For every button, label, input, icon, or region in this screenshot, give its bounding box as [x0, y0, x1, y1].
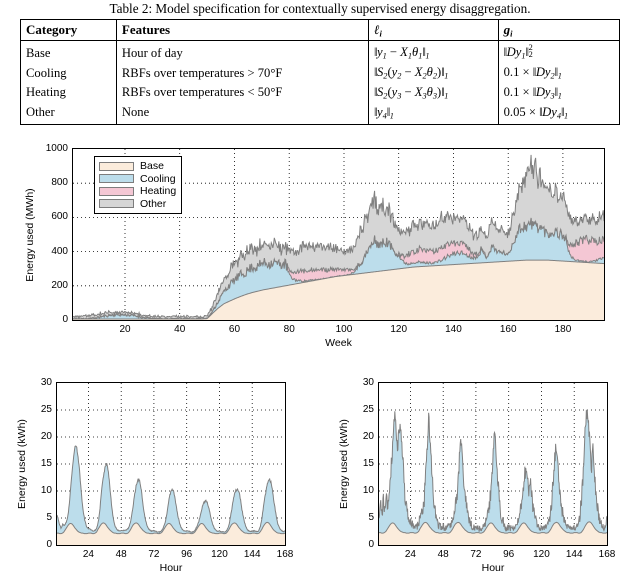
- legend-item: Base: [99, 160, 176, 173]
- y-axis-tick-label: 800: [51, 177, 68, 189]
- x-axis-tick-label: 80: [283, 324, 295, 335]
- x-axis-label: Hour: [159, 562, 183, 574]
- legend-item: Cooling: [99, 173, 176, 186]
- x-axis-tick-label: 96: [181, 549, 193, 560]
- column-header-category: Category: [20, 19, 117, 42]
- y-axis-tick-label: 200: [51, 279, 68, 291]
- cell-regularizer: 0.1 × ‖Dy2‖1: [497, 63, 620, 83]
- cell-category: Cooling: [26, 65, 67, 80]
- table-row: Other None ‖y4‖1 0.05 × ‖Dy4‖1: [21, 102, 620, 125]
- table-caption: Table 2: Model specification for context…: [109, 1, 531, 16]
- legend-label: Cooling: [140, 172, 176, 185]
- cell-features: RBFs over temperatures < 50°F: [115, 82, 369, 103]
- legend-label: Other: [140, 197, 167, 210]
- x-axis-label: Week: [325, 337, 352, 349]
- cell-loss: ‖y1 − X1θ1‖1: [367, 40, 499, 64]
- x-axis-tick-label: 168: [598, 549, 616, 560]
- x-axis-tick-label: 96: [503, 549, 515, 560]
- x-axis-tick-label: 72: [148, 549, 160, 560]
- cell-loss: ‖S2(y3 − X3θ3)‖1: [367, 82, 499, 103]
- table-row: Base Hour of day ‖y1 − X1θ1‖1 ‖Dy1‖ 2 2: [21, 40, 620, 64]
- legend-swatch-heating: [99, 186, 134, 196]
- x-axis-tick-label: 48: [437, 549, 449, 560]
- x-axis-tick-label: 60: [228, 324, 241, 335]
- legend-swatch-base: [99, 161, 134, 171]
- hourly-noisy-plot-area: [378, 382, 608, 546]
- x-axis-tick-label: 100: [335, 324, 353, 335]
- y-axis-label: Energy used (kWh): [16, 419, 28, 509]
- column-header-regularizer: gi: [497, 19, 620, 42]
- cell-regularizer: 0.1 × ‖Dy3‖1: [497, 82, 620, 103]
- legend-swatch-other: [99, 199, 134, 209]
- y-axis-tick-label: 1000: [45, 143, 68, 154]
- x-axis-tick-label: 40: [174, 324, 186, 335]
- x-axis-tick-label: 120: [533, 549, 550, 560]
- y-axis-tick-label: 0: [62, 314, 68, 325]
- x-axis-tick-label: 160: [499, 324, 517, 335]
- x-axis-tick-label: 144: [565, 549, 583, 560]
- x-axis-tick-label: 24: [404, 549, 416, 560]
- x-axis-tick-label: 144: [243, 549, 261, 560]
- legend-item: Heating: [99, 185, 176, 198]
- x-axis-tick-label: 140: [445, 324, 462, 335]
- y-axis-tick-label: 400: [51, 245, 68, 257]
- chart-legend: Base Cooling Heating Other: [94, 156, 183, 214]
- x-axis-tick-label: 180: [554, 324, 572, 335]
- y-axis-tick-label: 30: [362, 377, 374, 388]
- legend-label: Base: [140, 160, 164, 172]
- x-axis-label: Hour: [481, 562, 505, 574]
- cell-loss: ‖y4‖1: [367, 102, 499, 125]
- x-axis-tick-label: 48: [115, 549, 127, 560]
- legend-label: Heating: [140, 185, 177, 197]
- y-axis-tick-label: 25: [40, 404, 52, 415]
- x-axis-tick-label: 120: [211, 549, 228, 560]
- y-axis-label: Energy used (MWh): [24, 187, 36, 282]
- cell-loss: ‖S2(y2 − X2θ2)‖1: [367, 63, 499, 83]
- legend-swatch-cooling: [99, 174, 134, 184]
- cell-category: Other: [26, 105, 55, 120]
- x-axis-tick-label: 120: [390, 324, 408, 335]
- y-axis-tick-label: 0: [46, 539, 52, 550]
- y-axis-label: Energy used (kWh): [338, 419, 350, 509]
- cell-category: Base: [26, 45, 51, 60]
- x-axis-tick-label: 72: [470, 549, 482, 560]
- cell-features: None: [115, 102, 369, 125]
- column-header-features: Features: [115, 19, 369, 42]
- table-row: Cooling RBFs over temperatures > 70°F ‖S…: [21, 63, 620, 83]
- model-specification-table: Category Features ℓi gi Base Hour of day…: [20, 19, 620, 126]
- table-header-row: Category Features ℓi gi: [20, 19, 620, 42]
- y-axis-tick-label: 5: [46, 512, 52, 523]
- cell-category: Heating: [26, 85, 66, 100]
- cell-regularizer: ‖Dy1‖ 2 2: [497, 40, 620, 64]
- y-axis-tick-label: 25: [362, 404, 374, 415]
- table-row: Heating RBFs over temperatures < 50°F ‖S…: [21, 82, 620, 103]
- x-axis-tick-label: 20: [119, 324, 131, 335]
- y-axis-tick-label: 600: [51, 211, 68, 223]
- cell-features: RBFs over temperatures > 70°F: [115, 63, 369, 83]
- y-axis-tick-label: 30: [40, 377, 52, 388]
- legend-item: Other: [99, 198, 176, 211]
- y-axis-tick-label: 5: [368, 512, 374, 523]
- x-axis-tick-label: 24: [82, 549, 94, 560]
- x-axis-tick-label: 168: [276, 549, 294, 560]
- column-header-loss: ℓi: [367, 19, 499, 42]
- cell-regularizer: 0.05 × ‖Dy4‖1: [497, 102, 620, 125]
- cell-features: Hour of day: [115, 40, 369, 64]
- hourly-smoothed-plot-area: [56, 382, 286, 546]
- y-axis-tick-label: 0: [368, 539, 374, 550]
